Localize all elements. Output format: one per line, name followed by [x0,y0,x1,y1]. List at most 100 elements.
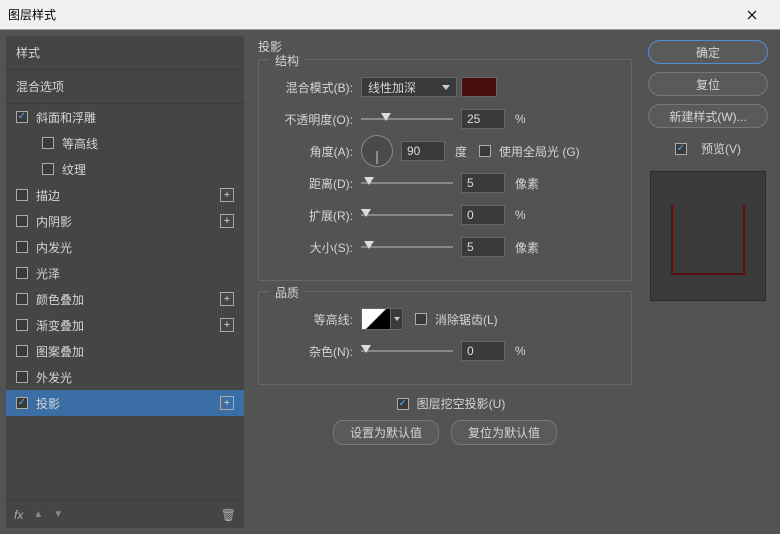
effect-checkbox[interactable] [16,293,28,305]
contour-dropdown-icon[interactable] [391,308,403,330]
add-effect-icon[interactable] [220,188,234,202]
noise-input[interactable] [461,341,505,361]
effect-label: 外发光 [36,369,234,386]
effect-item-10[interactable]: 外发光 [6,364,244,390]
distance-input[interactable] [461,173,505,193]
effect-checkbox[interactable] [16,345,28,357]
shadow-color-swatch[interactable] [461,77,497,97]
angle-input[interactable] [401,141,445,161]
effect-label: 斜面和浮雕 [36,109,234,126]
effect-label: 光泽 [36,265,234,282]
size-unit: 像素 [515,239,539,256]
add-effect-icon[interactable] [220,214,234,228]
effect-item-0[interactable]: 斜面和浮雕 [6,104,244,130]
effect-checkbox[interactable] [16,319,28,331]
add-effect-icon[interactable] [220,396,234,410]
effect-label: 投影 [36,395,216,412]
effect-checkbox[interactable] [16,397,28,409]
effect-item-6[interactable]: 光泽 [6,260,244,286]
make-default-button[interactable]: 设置为默认值 [333,420,439,445]
spread-input[interactable] [461,205,505,225]
effect-label: 图案叠加 [36,343,234,360]
preview-checkbox[interactable]: 预览(V) [675,140,741,157]
reset-default-button[interactable]: 复位为默认值 [451,420,557,445]
effect-checkbox[interactable] [16,267,28,279]
add-effect-icon[interactable] [220,318,234,332]
opacity-unit: % [515,112,526,126]
blend-mode-label: 混合模式(B): [271,79,361,96]
ok-button[interactable]: 确定 [648,40,768,64]
structure-fieldset: 结构 混合模式(B): 线性加深 不透明度(O): % 角度(A): 度 使用 [258,59,632,281]
blend-options-item[interactable]: 混合选项 [6,70,244,104]
contour-picker[interactable] [361,308,391,330]
new-style-button[interactable]: 新建样式(W)... [648,104,768,128]
opacity-slider[interactable] [361,111,453,127]
knockout-label: 图层挖空投影(U) [417,395,506,412]
move-down-icon[interactable]: ▼ [53,509,63,520]
effect-checkbox[interactable] [16,189,28,201]
effect-label: 纹理 [62,161,234,178]
distance-slider[interactable] [361,175,453,191]
knockout-checkbox[interactable]: 图层挖空投影(U) [397,395,506,412]
trash-icon[interactable]: 🗑 [221,508,236,522]
effect-item-2[interactable]: 纹理 [6,156,244,182]
effect-label: 等高线 [62,135,234,152]
structure-legend: 结构 [269,52,305,69]
effect-label: 描边 [36,187,216,204]
global-light-box [479,145,491,157]
effect-item-7[interactable]: 颜色叠加 [6,286,244,312]
dialog-body: 样式 混合选项 斜面和浮雕等高线纹理描边内阴影内发光光泽颜色叠加渐变叠加图案叠加… [0,30,780,534]
effect-item-8[interactable]: 渐变叠加 [6,312,244,338]
sidebar-footer: fx ▲ ▼ 🗑 [6,500,244,528]
effects-sidebar: 样式 混合选项 斜面和浮雕等高线纹理描边内阴影内发光光泽颜色叠加渐变叠加图案叠加… [6,36,244,528]
contour-label: 等高线: [271,311,361,328]
sidebar-header: 样式 [6,36,244,70]
effect-label: 渐变叠加 [36,317,216,334]
size-input[interactable] [461,237,505,257]
size-label: 大小(S): [271,239,361,256]
effect-checkbox[interactable] [16,111,28,123]
opacity-input[interactable] [461,109,505,129]
effect-item-9[interactable]: 图案叠加 [6,338,244,364]
global-light-checkbox[interactable]: 使用全局光 (G) [479,143,580,160]
effect-label: 内阴影 [36,213,216,230]
effect-item-1[interactable]: 等高线 [6,130,244,156]
effect-checkbox[interactable] [16,371,28,383]
antialias-checkbox[interactable]: 消除锯齿(L) [415,311,498,328]
blend-mode-value: 线性加深 [368,79,416,96]
noise-unit: % [515,344,526,358]
preview-label: 预览(V) [701,140,741,157]
quality-fieldset: 品质 等高线: 消除锯齿(L) 杂色(N): % [258,291,632,385]
effect-item-11[interactable]: 投影 [6,390,244,416]
opacity-label: 不透明度(O): [271,111,361,128]
effect-item-3[interactable]: 描边 [6,182,244,208]
preview-box-check [675,143,687,155]
noise-slider[interactable] [361,343,453,359]
quality-legend: 品质 [269,284,305,301]
effect-item-5[interactable]: 内发光 [6,234,244,260]
move-up-icon[interactable]: ▲ [33,509,43,520]
cancel-button[interactable]: 复位 [648,72,768,96]
settings-panel: 投影 结构 混合模式(B): 线性加深 不透明度(O): % 角度(A): 度 [244,36,642,528]
blend-mode-dropdown[interactable]: 线性加深 [361,77,457,97]
effect-label: 颜色叠加 [36,291,216,308]
add-effect-icon[interactable] [220,292,234,306]
effect-label: 内发光 [36,239,234,256]
distance-unit: 像素 [515,175,539,192]
knockout-box [397,398,409,410]
effect-checkbox[interactable] [42,163,54,175]
distance-label: 距离(D): [271,175,361,192]
antialias-label: 消除锯齿(L) [435,311,498,328]
angle-dial[interactable] [361,135,393,167]
effect-checkbox[interactable] [42,137,54,149]
panel-title: 投影 [258,38,632,55]
spread-slider[interactable] [361,207,453,223]
effect-checkbox[interactable] [16,241,28,253]
size-slider[interactable] [361,239,453,255]
window-title: 图层样式 [8,6,732,23]
fx-icon[interactable]: fx [14,508,23,522]
close-button[interactable] [732,0,772,30]
effect-checkbox[interactable] [16,215,28,227]
effect-item-4[interactable]: 内阴影 [6,208,244,234]
title-bar: 图层样式 [0,0,780,30]
